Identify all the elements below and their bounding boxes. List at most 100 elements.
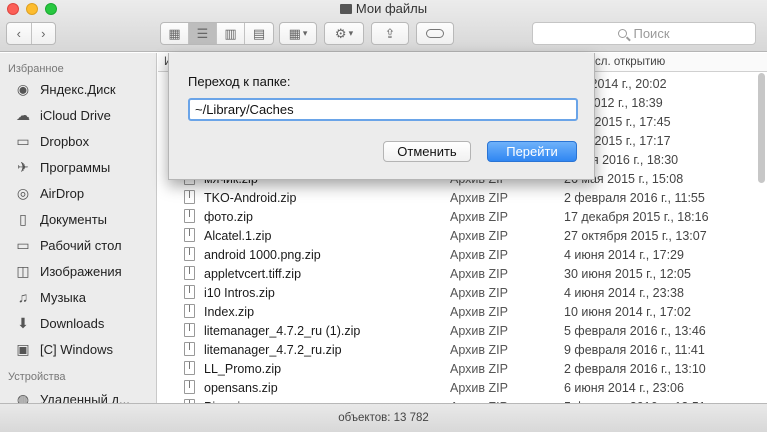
file-name: litemanager_4.7.2_ru.zip [204, 342, 342, 357]
sidebar-item[interactable]: ◎ AirDrop [0, 180, 156, 206]
sidebar-item-label: Документы [40, 211, 108, 227]
table-row[interactable]: Alcatel.1.zip Архив ZIP 27 октября 2015 г.… [158, 226, 767, 245]
table-row[interactable]: litemanager_4.7.2_ru (1).zip Архив ZIP 5 ф… [158, 321, 767, 340]
file-name: TKO-Android.zip [204, 190, 297, 205]
zip-file-icon [184, 304, 195, 318]
file-kind: Архив ZIP [450, 247, 508, 262]
sidebar-item[interactable]: ▭ Dropbox [0, 128, 156, 154]
sidebar-item[interactable]: ☁ iCloud Drive [0, 102, 156, 128]
share-icon: ⇪ [384, 25, 396, 41]
item-count: объектов: 13 782 [338, 412, 429, 424]
coverflow-view-button[interactable]: ▤ [245, 23, 273, 44]
file-name: фото.zip [204, 209, 253, 224]
table-row[interactable]: фото.zip Архив ZIP 17 декабря 2015 г., 18:… [158, 207, 767, 226]
columns-icon: ▥ [224, 25, 237, 41]
sidebar-item[interactable]: ▭ Рабочий стол [0, 232, 156, 258]
file-kind: Архив ZIP [450, 342, 508, 357]
applications-icon: ✈ [17, 158, 29, 175]
sidebar-item[interactable]: ✈ Программы [0, 154, 156, 180]
share-button[interactable]: ⇪ [371, 22, 409, 45]
zip-file-icon [184, 247, 195, 261]
sidebar: Избранное ◉ Яндекс.Диск ☁ iCloud Drive ▭ Drop… [0, 53, 157, 403]
sidebar-item[interactable]: ▯ Документы [0, 206, 156, 232]
pictures-icon: ◫ [16, 262, 30, 279]
file-kind: Архив ZIP [450, 380, 508, 395]
table-row[interactable]: opensans.zip Архив ZIP 6 июня 2014 г., 23:… [158, 378, 767, 397]
forward-button[interactable]: › [32, 23, 56, 44]
file-name: opensans.zip [204, 380, 278, 395]
table-row[interactable]: TKO-Android.zip Архив ZIP 2 февраля 2016 г… [158, 188, 767, 207]
folder-path-input[interactable] [188, 98, 578, 121]
search-field[interactable]: Поиск [532, 22, 756, 45]
sidebar-item-label: Программы [40, 159, 111, 175]
folder-icon: ▭ [16, 132, 30, 149]
list-icon: ☰ [196, 25, 209, 41]
file-name: i10 Intros.zip [204, 285, 275, 300]
zip-file-icon [184, 228, 195, 242]
file-date: 27 октября 2015 г., 13:07 [564, 228, 707, 243]
file-name: Index.zip [204, 304, 255, 319]
zip-file-icon [184, 361, 195, 375]
tags-button[interactable] [416, 22, 454, 45]
table-row[interactable]: i10 Intros.zip Архив ZIP 4 июня 2014 г., 2… [158, 283, 767, 302]
file-name: LL_Promo.zip [204, 361, 282, 376]
sidebar-item[interactable]: ◫ Изображения [0, 258, 156, 284]
table-row[interactable]: Index.zip Архив ZIP 10 июня 2014 г., 17:02 [158, 302, 767, 321]
remote-disk-icon: ◍ [16, 390, 30, 404]
table-row[interactable]: android 1000.png.zip Архив ZIP 4 июня 2014… [158, 245, 767, 264]
sidebar-item-label: Музыка [40, 289, 86, 305]
file-name: android 1000.png.zip [204, 247, 321, 262]
zip-file-icon [184, 266, 195, 280]
table-row[interactable]: appletvcert.tiff.zip Архив ZIP 30 июня 201… [158, 264, 767, 283]
tag-icon [426, 29, 444, 38]
sidebar-item[interactable]: ◍ Удаленный д... [0, 386, 156, 404]
sidebar-section-favorites: Избранное [8, 63, 64, 75]
column-view-button[interactable]: ▥ [217, 23, 245, 44]
windows-drive-icon: ▣ [16, 340, 30, 357]
file-kind: Архив ZIP [450, 266, 508, 281]
icon-view-button[interactable]: ▦ [161, 23, 189, 44]
vertical-scrollbar[interactable] [758, 73, 765, 183]
zip-file-icon [184, 380, 195, 394]
go-button[interactable]: Перейти [487, 141, 577, 162]
zip-file-icon [184, 190, 195, 204]
file-kind: Архив ZIP [450, 228, 508, 243]
coverflow-icon: ▤ [252, 25, 266, 41]
sidebar-item-label: iCloud Drive [40, 107, 111, 123]
arrange-button[interactable]: ▦ ▾ [279, 22, 317, 45]
zip-file-icon [184, 209, 195, 223]
zip-file-icon [184, 285, 195, 299]
cloud-icon: ☁ [16, 106, 30, 123]
column-header-date[interactable]: сл. открытию [595, 56, 665, 68]
table-row[interactable]: litemanager_4.7.2_ru.zip Архив ZIP 9 февра… [158, 340, 767, 359]
file-kind: Архив ZIP [450, 361, 508, 376]
arrange-icon: ▦ [288, 25, 301, 41]
sidebar-item-label: [C] Windows [40, 341, 113, 357]
table-row[interactable]: LL_Promo.zip Архив ZIP 2 февраля 2016 г., … [158, 359, 767, 378]
sidebar-item-label: Dropbox [40, 133, 90, 149]
file-name: litemanager_4.7.2_ru (1).zip [204, 323, 361, 338]
back-button[interactable]: ‹ [7, 23, 32, 44]
folder-icon [339, 4, 352, 14]
chevron-left-icon: ‹ [16, 26, 21, 41]
sidebar-item[interactable]: ♫ Музыка [0, 284, 156, 310]
file-name: Alcatel.1.zip [204, 228, 272, 243]
sidebar-item[interactable]: ◉ Яндекс.Диск [0, 76, 156, 102]
zip-file-icon [184, 342, 195, 356]
file-date: 6 июня 2014 г., 23:06 [564, 380, 684, 395]
sidebar-item-label: Удаленный д... [40, 391, 130, 404]
gear-icon: ⚙ [334, 25, 347, 41]
action-button[interactable]: ⚙ ▾ [324, 22, 364, 45]
documents-icon: ▯ [19, 210, 27, 227]
chevron-down-icon: ▾ [348, 28, 354, 38]
cancel-button[interactable]: Отменить [383, 141, 471, 162]
sidebar-item[interactable]: ▣ [C] Windows [0, 336, 156, 362]
sidebar-item-label: Яндекс.Диск [40, 81, 116, 97]
file-date: 9 февраля 2016 г., 11:41 [564, 342, 705, 357]
list-view-button[interactable]: ☰ [189, 23, 217, 44]
search-icon [618, 29, 628, 38]
yandex-disk-icon: ◉ [16, 80, 30, 97]
sidebar-item[interactable]: ⬇ Downloads [0, 310, 156, 336]
sidebar-section-devices: Устройства [8, 371, 66, 383]
airdrop-icon: ◎ [16, 184, 30, 201]
